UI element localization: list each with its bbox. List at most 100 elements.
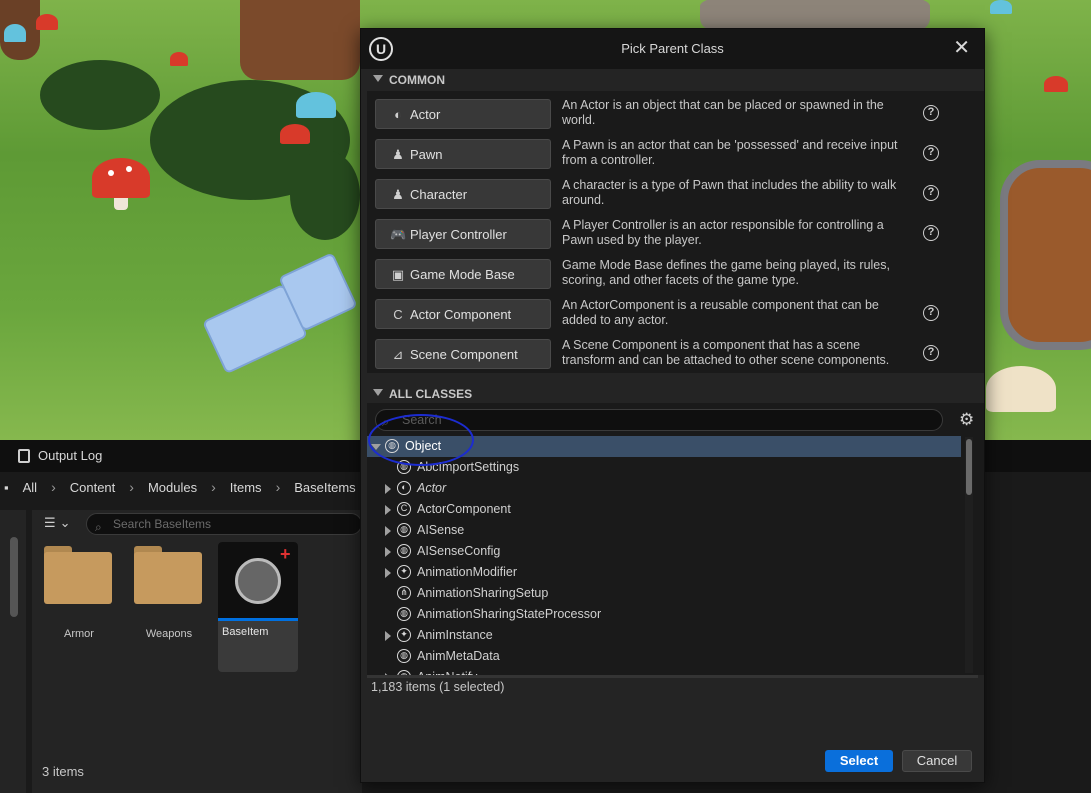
sources-scrollbar[interactable]: [10, 537, 18, 617]
class-button-label: Game Mode Base: [410, 267, 515, 282]
tree-row-label: Object: [405, 439, 442, 453]
class-button[interactable]: 🎮 Player Controller: [375, 219, 551, 249]
pawn-icon: ♟: [392, 147, 404, 162]
common-class-row: ♟ Pawn A Pawn is an actor that can be 'pos…: [367, 135, 984, 175]
tree-row[interactable]: ◍ AISense: [367, 520, 961, 541]
collapse-arrow-icon: [373, 75, 383, 82]
tree-row[interactable]: ✦ AnimationModifier: [367, 562, 961, 583]
folder-tile-armor[interactable]: Armor: [44, 542, 122, 672]
output-log-tab[interactable]: Output Log: [18, 448, 102, 463]
class-button[interactable]: ◐ Actor: [375, 99, 551, 129]
tree-row-label: AnimInstance: [417, 628, 493, 642]
common-class-row: 🎮 Player Controller A Player Controller is…: [367, 215, 984, 255]
help-icon[interactable]: ?: [923, 145, 939, 161]
class-button[interactable]: ♟ Pawn: [375, 139, 551, 169]
horizontal-scrollbar[interactable]: [367, 675, 978, 678]
chevron-right-icon: ›: [129, 479, 134, 495]
object-icon: ◍: [397, 607, 411, 621]
tree-row[interactable]: ◍ AbcImportSettings: [367, 457, 961, 478]
tree-row-label: AnimationSharingSetup: [417, 586, 549, 600]
tree-row[interactable]: C ActorComponent: [367, 499, 961, 520]
tree-row[interactable]: ◍AnimNotify: [367, 667, 961, 675]
cancel-button[interactable]: Cancel: [902, 750, 972, 772]
asset-thumbnail: +: [218, 542, 298, 618]
tree-row-label: ActorComponent: [417, 502, 511, 516]
search-icon: ⌕: [95, 520, 102, 534]
mushroom-cap: [986, 366, 1056, 412]
help-icon[interactable]: ?: [923, 185, 939, 201]
asset-label: BaseItem: [222, 626, 269, 638]
filter-button[interactable]: ☰ ⌄: [44, 515, 71, 531]
chevron-down-icon: ⌄: [59, 515, 71, 530]
mushroom-cap: [36, 14, 58, 30]
tree-row-label: AnimationSharingStateProcessor: [417, 607, 602, 621]
chevron-right-icon: ›: [51, 479, 56, 495]
object-icon: ◍: [397, 523, 411, 537]
breadcrumb: ▪ All › Content › Modules › Items › Base…: [0, 476, 356, 498]
help-icon[interactable]: ?: [923, 225, 939, 241]
help-icon[interactable]: ?: [923, 105, 939, 121]
mushroom-spot: [126, 166, 132, 172]
new-asset-plus-icon: +: [280, 544, 291, 564]
tree-row[interactable]: ⋔ AnimationSharingSetup: [367, 583, 961, 604]
expand-right-icon[interactable]: [385, 505, 391, 515]
breadcrumb-item[interactable]: ▪: [4, 480, 9, 495]
help-icon[interactable]: ?: [923, 305, 939, 321]
expand-right-icon[interactable]: [385, 526, 391, 536]
tree-row[interactable]: ✦ AnimInstance: [367, 625, 961, 646]
mushroom-cap: [990, 0, 1012, 14]
object-icon: ◍: [397, 649, 411, 663]
class-tree: ◍ Object ◍ AbcImportSettings ◐ Actor C ActorCom…: [367, 435, 967, 675]
folder-tile-weapons[interactable]: Weapons: [134, 542, 212, 672]
class-button-label: Actor: [410, 107, 441, 122]
common-section-header[interactable]: COMMON: [361, 69, 984, 91]
tree-row[interactable]: ◐ Actor: [367, 478, 961, 499]
close-icon[interactable]: ✕: [953, 37, 970, 59]
mushroom-cap: [92, 158, 150, 198]
breadcrumb-item[interactable]: All: [23, 480, 37, 495]
class-button[interactable]: ▣ Game Mode Base: [375, 259, 551, 289]
breadcrumb-item[interactable]: BaseItems: [294, 480, 355, 495]
all-classes-section-header[interactable]: ALL CLASSES: [361, 383, 984, 405]
actor-icon: ◐: [394, 107, 402, 122]
class-button-label: Actor Component: [410, 307, 512, 322]
gear-icon[interactable]: ⚙: [959, 411, 974, 429]
help-icon[interactable]: ?: [923, 345, 939, 361]
expand-right-icon[interactable]: [385, 631, 391, 641]
object-icon: ◍: [397, 460, 411, 474]
tree-row[interactable]: ◍ Object: [367, 436, 961, 457]
asset-search-input[interactable]: ⌕ Search BaseItems: [86, 513, 362, 535]
breadcrumb-item[interactable]: Content: [70, 480, 116, 495]
class-button[interactable]: ♟ Character: [375, 179, 551, 209]
folder-icon: [134, 552, 202, 604]
dialog-title-bar[interactable]: U Pick Parent Class ✕: [361, 29, 984, 69]
class-button[interactable]: ⊿ Scene Component: [375, 339, 551, 369]
component-icon: C: [397, 502, 411, 516]
class-search-placeholder: Search: [402, 413, 442, 427]
expand-down-icon[interactable]: [371, 444, 381, 450]
game-mode-icon: ▣: [391, 267, 405, 282]
chevron-right-icon: ›: [211, 479, 216, 495]
common-classes-list: ◐ Actor An Actor is an object that can be …: [367, 91, 984, 373]
scrollbar-thumb[interactable]: [966, 439, 972, 495]
class-search-input[interactable]: ⌕ Search: [375, 409, 943, 431]
object-icon: ◍: [397, 544, 411, 558]
tree-row[interactable]: ◍ AnimMetaData: [367, 646, 961, 667]
class-description: An Actor is an object that can be placed…: [562, 98, 884, 127]
output-log-tab-label: Output Log: [38, 448, 103, 463]
expand-right-icon[interactable]: [385, 547, 391, 557]
expand-right-icon[interactable]: [385, 568, 391, 578]
tree-row[interactable]: ◍ AISenseConfig: [367, 541, 961, 562]
breadcrumb-item[interactable]: Modules: [148, 480, 197, 495]
class-button-label: Player Controller: [410, 227, 507, 242]
tree-trunk: [240, 0, 360, 80]
tree-row[interactable]: ◍ AnimationSharingStateProcessor: [367, 604, 961, 625]
class-tree-scrollbar[interactable]: [965, 437, 973, 673]
class-button[interactable]: C Actor Component: [375, 299, 551, 329]
tree-row-label: AnimationModifier: [417, 565, 518, 579]
expand-right-icon[interactable]: [385, 484, 391, 494]
select-button[interactable]: Select: [825, 750, 893, 772]
common-class-row: ▣ Game Mode Base Game Mode Base defines th…: [367, 255, 984, 295]
asset-tile-baseitem[interactable]: + BaseItem: [218, 542, 298, 672]
breadcrumb-item[interactable]: Items: [230, 480, 262, 495]
